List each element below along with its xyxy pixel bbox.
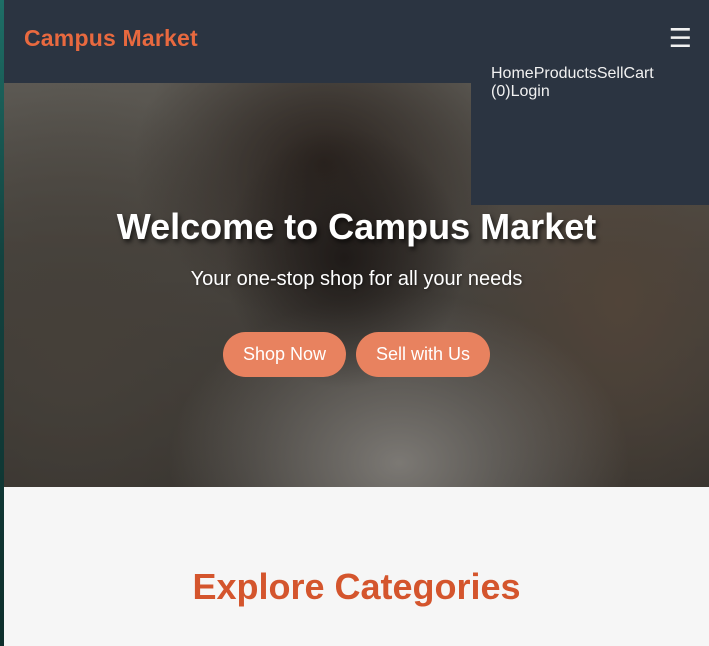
nav-links: HomeProductsSellCart (0)Login [491, 65, 663, 101]
categories-section: Explore Categories [4, 487, 709, 646]
brand-logo[interactable]: Campus Market [24, 25, 198, 52]
shop-now-button[interactable]: Shop Now [222, 332, 347, 377]
hamburger-menu-icon[interactable]: ☰ [669, 23, 692, 53]
nav-dropdown-menu: HomeProductsSellCart (0)Login [471, 55, 709, 205]
hero-subtitle: Your one-stop shop for all your needs [190, 268, 523, 290]
hero-title: Welcome to Campus Market [116, 206, 597, 247]
categories-title: Explore Categories [192, 566, 521, 607]
page: Campus Market ☰ HomeProductsSellCart (0)… [4, 0, 709, 646]
hero-buttons: Shop Now Sell with Us [4, 332, 709, 377]
sell-with-us-button[interactable]: Sell with Us [356, 332, 491, 377]
nav-link-home[interactable]: Home [491, 65, 534, 82]
nav-link-login[interactable]: Login [511, 83, 550, 100]
nav-link-sell[interactable]: Sell [597, 65, 624, 82]
nav-link-products[interactable]: Products [534, 65, 597, 82]
